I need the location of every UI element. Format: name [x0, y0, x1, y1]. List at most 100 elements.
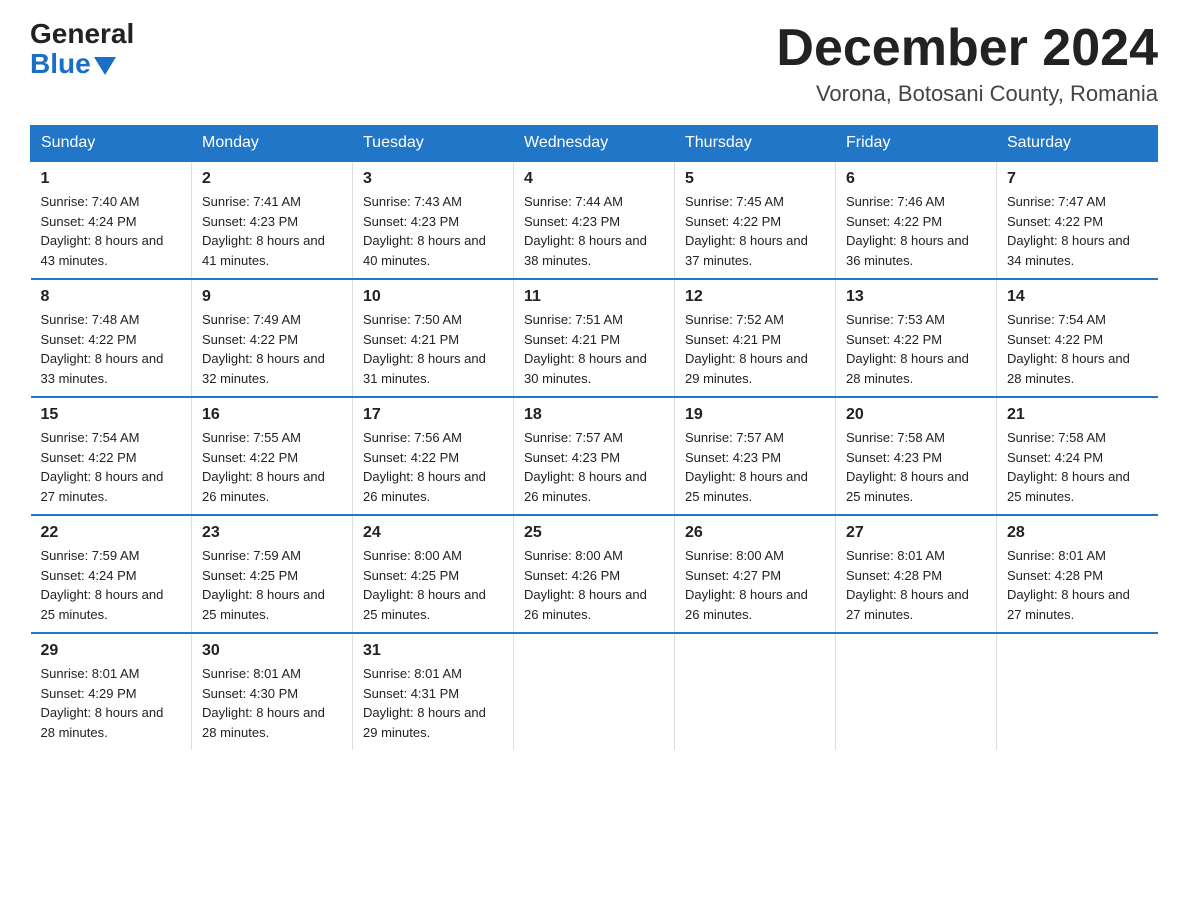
header: General Blue December 2024 Vorona, Botos… [30, 20, 1158, 107]
calendar-cell: 11 Sunrise: 7:51 AMSunset: 4:21 PMDaylig… [514, 279, 675, 397]
day-number: 28 [1007, 524, 1148, 542]
day-number: 14 [1007, 288, 1148, 306]
calendar-cell: 2 Sunrise: 7:41 AMSunset: 4:23 PMDayligh… [192, 161, 353, 279]
weekday-header-sunday: Sunday [31, 126, 192, 162]
calendar-cell: 3 Sunrise: 7:43 AMSunset: 4:23 PMDayligh… [353, 161, 514, 279]
day-number: 1 [41, 170, 182, 188]
weekday-header-monday: Monday [192, 126, 353, 162]
day-info: Sunrise: 7:56 AMSunset: 4:22 PMDaylight:… [363, 430, 486, 504]
day-info: Sunrise: 8:00 AMSunset: 4:27 PMDaylight:… [685, 548, 808, 622]
day-number: 27 [846, 524, 986, 542]
calendar-cell: 20 Sunrise: 7:58 AMSunset: 4:23 PMDaylig… [836, 397, 997, 515]
calendar-cell: 18 Sunrise: 7:57 AMSunset: 4:23 PMDaylig… [514, 397, 675, 515]
day-info: Sunrise: 7:58 AMSunset: 4:23 PMDaylight:… [846, 430, 969, 504]
day-info: Sunrise: 7:54 AMSunset: 4:22 PMDaylight:… [1007, 312, 1130, 386]
day-info: Sunrise: 8:01 AMSunset: 4:28 PMDaylight:… [1007, 548, 1130, 622]
calendar-cell [514, 633, 675, 750]
day-number: 21 [1007, 406, 1148, 424]
day-number: 9 [202, 288, 342, 306]
day-number: 29 [41, 642, 182, 660]
day-info: Sunrise: 7:40 AMSunset: 4:24 PMDaylight:… [41, 194, 164, 268]
calendar-cell: 21 Sunrise: 7:58 AMSunset: 4:24 PMDaylig… [997, 397, 1158, 515]
calendar-cell: 30 Sunrise: 8:01 AMSunset: 4:30 PMDaylig… [192, 633, 353, 750]
day-number: 3 [363, 170, 503, 188]
day-info: Sunrise: 7:55 AMSunset: 4:22 PMDaylight:… [202, 430, 325, 504]
calendar-cell: 28 Sunrise: 8:01 AMSunset: 4:28 PMDaylig… [997, 515, 1158, 633]
day-number: 6 [846, 170, 986, 188]
month-title: December 2024 [776, 20, 1158, 77]
day-number: 2 [202, 170, 342, 188]
day-info: Sunrise: 7:53 AMSunset: 4:22 PMDaylight:… [846, 312, 969, 386]
day-number: 10 [363, 288, 503, 306]
calendar-cell: 14 Sunrise: 7:54 AMSunset: 4:22 PMDaylig… [997, 279, 1158, 397]
day-number: 17 [363, 406, 503, 424]
day-info: Sunrise: 7:57 AMSunset: 4:23 PMDaylight:… [524, 430, 647, 504]
day-info: Sunrise: 7:51 AMSunset: 4:21 PMDaylight:… [524, 312, 647, 386]
calendar-cell: 23 Sunrise: 7:59 AMSunset: 4:25 PMDaylig… [192, 515, 353, 633]
calendar-cell: 16 Sunrise: 7:55 AMSunset: 4:22 PMDaylig… [192, 397, 353, 515]
day-number: 11 [524, 288, 664, 306]
day-info: Sunrise: 7:59 AMSunset: 4:25 PMDaylight:… [202, 548, 325, 622]
calendar-cell: 25 Sunrise: 8:00 AMSunset: 4:26 PMDaylig… [514, 515, 675, 633]
day-number: 4 [524, 170, 664, 188]
day-info: Sunrise: 7:47 AMSunset: 4:22 PMDaylight:… [1007, 194, 1130, 268]
day-info: Sunrise: 8:01 AMSunset: 4:31 PMDaylight:… [363, 666, 486, 740]
day-number: 26 [685, 524, 825, 542]
day-info: Sunrise: 8:01 AMSunset: 4:30 PMDaylight:… [202, 666, 325, 740]
calendar-cell: 22 Sunrise: 7:59 AMSunset: 4:24 PMDaylig… [31, 515, 192, 633]
day-number: 8 [41, 288, 182, 306]
day-info: Sunrise: 7:52 AMSunset: 4:21 PMDaylight:… [685, 312, 808, 386]
day-info: Sunrise: 8:01 AMSunset: 4:28 PMDaylight:… [846, 548, 969, 622]
calendar-cell: 15 Sunrise: 7:54 AMSunset: 4:22 PMDaylig… [31, 397, 192, 515]
calendar-cell: 19 Sunrise: 7:57 AMSunset: 4:23 PMDaylig… [675, 397, 836, 515]
calendar-cell: 9 Sunrise: 7:49 AMSunset: 4:22 PMDayligh… [192, 279, 353, 397]
calendar-week-row: 22 Sunrise: 7:59 AMSunset: 4:24 PMDaylig… [31, 515, 1158, 633]
calendar-week-row: 29 Sunrise: 8:01 AMSunset: 4:29 PMDaylig… [31, 633, 1158, 750]
day-number: 30 [202, 642, 342, 660]
logo-general-text: General [30, 20, 134, 48]
weekday-header-tuesday: Tuesday [353, 126, 514, 162]
day-info: Sunrise: 7:48 AMSunset: 4:22 PMDaylight:… [41, 312, 164, 386]
day-number: 13 [846, 288, 986, 306]
calendar-cell: 17 Sunrise: 7:56 AMSunset: 4:22 PMDaylig… [353, 397, 514, 515]
day-info: Sunrise: 7:45 AMSunset: 4:22 PMDaylight:… [685, 194, 808, 268]
title-area: December 2024 Vorona, Botosani County, R… [776, 20, 1158, 107]
day-info: Sunrise: 7:43 AMSunset: 4:23 PMDaylight:… [363, 194, 486, 268]
day-number: 5 [685, 170, 825, 188]
day-number: 20 [846, 406, 986, 424]
calendar-cell: 4 Sunrise: 7:44 AMSunset: 4:23 PMDayligh… [514, 161, 675, 279]
calendar-cell: 5 Sunrise: 7:45 AMSunset: 4:22 PMDayligh… [675, 161, 836, 279]
day-info: Sunrise: 8:00 AMSunset: 4:25 PMDaylight:… [363, 548, 486, 622]
day-number: 12 [685, 288, 825, 306]
day-number: 23 [202, 524, 342, 542]
logo-arrow-icon [94, 57, 116, 75]
day-number: 16 [202, 406, 342, 424]
day-info: Sunrise: 8:00 AMSunset: 4:26 PMDaylight:… [524, 548, 647, 622]
weekday-header-friday: Friday [836, 126, 997, 162]
day-info: Sunrise: 7:57 AMSunset: 4:23 PMDaylight:… [685, 430, 808, 504]
calendar-cell [997, 633, 1158, 750]
day-info: Sunrise: 7:58 AMSunset: 4:24 PMDaylight:… [1007, 430, 1130, 504]
calendar-cell: 1 Sunrise: 7:40 AMSunset: 4:24 PMDayligh… [31, 161, 192, 279]
day-number: 25 [524, 524, 664, 542]
day-info: Sunrise: 7:46 AMSunset: 4:22 PMDaylight:… [846, 194, 969, 268]
calendar-cell [675, 633, 836, 750]
calendar-cell: 29 Sunrise: 8:01 AMSunset: 4:29 PMDaylig… [31, 633, 192, 750]
calendar-cell: 12 Sunrise: 7:52 AMSunset: 4:21 PMDaylig… [675, 279, 836, 397]
weekday-header-wednesday: Wednesday [514, 126, 675, 162]
day-info: Sunrise: 7:59 AMSunset: 4:24 PMDaylight:… [41, 548, 164, 622]
day-info: Sunrise: 7:50 AMSunset: 4:21 PMDaylight:… [363, 312, 486, 386]
calendar-cell: 10 Sunrise: 7:50 AMSunset: 4:21 PMDaylig… [353, 279, 514, 397]
calendar-cell: 13 Sunrise: 7:53 AMSunset: 4:22 PMDaylig… [836, 279, 997, 397]
calendar-cell: 31 Sunrise: 8:01 AMSunset: 4:31 PMDaylig… [353, 633, 514, 750]
weekday-header-row: SundayMondayTuesdayWednesdayThursdayFrid… [31, 126, 1158, 162]
day-number: 22 [41, 524, 182, 542]
calendar-week-row: 15 Sunrise: 7:54 AMSunset: 4:22 PMDaylig… [31, 397, 1158, 515]
calendar-cell: 26 Sunrise: 8:00 AMSunset: 4:27 PMDaylig… [675, 515, 836, 633]
day-number: 19 [685, 406, 825, 424]
day-number: 18 [524, 406, 664, 424]
calendar-cell: 7 Sunrise: 7:47 AMSunset: 4:22 PMDayligh… [997, 161, 1158, 279]
calendar-table: SundayMondayTuesdayWednesdayThursdayFrid… [30, 125, 1158, 750]
day-info: Sunrise: 7:49 AMSunset: 4:22 PMDaylight:… [202, 312, 325, 386]
calendar-cell [836, 633, 997, 750]
